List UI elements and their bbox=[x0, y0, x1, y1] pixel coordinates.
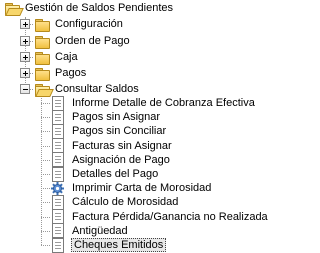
document-icon bbox=[52, 95, 64, 111]
tree-connector bbox=[41, 131, 50, 133]
tree-leaf-detalles-del-pago[interactable]: Detalles del Pago bbox=[50, 166, 159, 182]
tree-node-label: Orden de Pago bbox=[55, 35, 130, 47]
tree-leaf-label: Asignación de Pago bbox=[72, 153, 170, 166]
tree-leaf-informe-detalle-cobranza[interactable]: Informe Detalle de Cobranza Efectiva bbox=[50, 95, 256, 111]
tree-leaf-asignacion-de-pago[interactable]: Asignación de Pago bbox=[50, 152, 171, 168]
tree-connector bbox=[41, 188, 50, 190]
tree-leaf-factura-perdida-ganancia[interactable]: Factura Pérdida/Ganancia no Realizada bbox=[50, 209, 269, 225]
tree-node-caja[interactable]: Caja bbox=[34, 49, 79, 65]
tree-leaf-label: Factura Pérdida/Ganancia no Realizada bbox=[72, 210, 268, 223]
expand-toggle-icon[interactable] bbox=[20, 52, 30, 62]
tree-leaf-label: Pagos sin Asignar bbox=[72, 111, 161, 124]
document-icon bbox=[52, 166, 64, 182]
tree-leaf-label: Detalles del Pago bbox=[72, 168, 159, 180]
tree-leaf-label: Cheques Emitidos bbox=[71, 238, 167, 252]
collapse-toggle-icon[interactable] bbox=[20, 84, 30, 94]
document-icon bbox=[52, 209, 64, 225]
tree-leaf-antiguedad[interactable]: Antigüedad bbox=[50, 223, 129, 239]
expand-toggle-icon[interactable] bbox=[20, 36, 30, 46]
tree-leaf-label: Imprimir Carta de Morosidad bbox=[72, 182, 212, 195]
tree-leaf-label: Informe Detalle de Cobranza Efectiva bbox=[72, 97, 255, 109]
tree-leaf-pagos-sin-asignar[interactable]: Pagos sin Asignar bbox=[50, 109, 161, 125]
tree-leaf-calculo-de-morosidad[interactable]: Cálculo de Morosidad bbox=[50, 194, 179, 210]
gear-icon bbox=[51, 181, 64, 195]
document-icon bbox=[52, 237, 64, 253]
tree-connector bbox=[41, 216, 50, 218]
tree-leaf-facturas-sin-asignar[interactable]: Facturas sin Asignar bbox=[50, 138, 173, 154]
tree-leaf-imprimir-carta-morosidad[interactable]: Imprimir Carta de Morosidad bbox=[50, 181, 212, 195]
tree-leaf-label: Facturas sin Asignar bbox=[72, 139, 172, 152]
open-folder-icon bbox=[4, 2, 24, 16]
document-icon bbox=[52, 152, 64, 168]
tree-connector bbox=[41, 145, 50, 147]
document-icon bbox=[52, 138, 64, 154]
tree-leaf-label: Cálculo de Morosidad bbox=[72, 196, 179, 209]
tree-leaf-cheques-emitidos[interactable]: Cheques Emitidos bbox=[50, 237, 167, 253]
tree-node-configuracion[interactable]: Configuración bbox=[34, 16, 124, 32]
tree-connector bbox=[41, 174, 50, 175]
folder-icon bbox=[34, 67, 50, 81]
document-icon bbox=[52, 123, 64, 139]
tree-node-label: Caja bbox=[55, 51, 78, 63]
tree-leaf-label: Pagos sin Conciliar bbox=[72, 125, 167, 138]
tree-connector bbox=[41, 202, 50, 204]
document-icon bbox=[52, 109, 64, 125]
tree-connector bbox=[41, 117, 50, 119]
tree-connector bbox=[41, 159, 50, 161]
tree-node-label: Consultar Saldos bbox=[55, 83, 139, 95]
tree-node-label: Gestión de Saldos Pendientes bbox=[25, 2, 173, 14]
folder-icon bbox=[34, 18, 50, 32]
tree-leaf-pagos-sin-conciliar[interactable]: Pagos sin Conciliar bbox=[50, 123, 167, 139]
tree-node-label: Configuración bbox=[55, 18, 123, 30]
folder-icon bbox=[34, 35, 50, 49]
tree-node-orden-de-pago[interactable]: Orden de Pago bbox=[34, 33, 131, 49]
tree-connector bbox=[41, 245, 50, 246]
menu-tree: Gestión de Saldos Pendientes Configuraci… bbox=[0, 0, 268, 253]
document-icon bbox=[52, 194, 64, 210]
expand-toggle-icon[interactable] bbox=[20, 68, 30, 78]
tree-node-pagos[interactable]: Pagos bbox=[34, 65, 87, 81]
tree-node-label: Pagos bbox=[55, 67, 87, 79]
open-folder-icon bbox=[34, 83, 54, 97]
tree-node-consultar-saldos[interactable]: Consultar Saldos bbox=[34, 81, 140, 97]
folder-icon bbox=[34, 51, 50, 65]
tree-connector bbox=[41, 230, 50, 232]
tree-leaf-label: Antigüedad bbox=[72, 224, 128, 237]
tree-connector bbox=[41, 96, 42, 245]
tree-node-gestion-de-saldos[interactable]: Gestión de Saldos Pendientes bbox=[4, 0, 174, 16]
tree-connector bbox=[41, 103, 50, 104]
document-icon bbox=[52, 223, 64, 239]
expand-toggle-icon[interactable] bbox=[20, 19, 30, 29]
